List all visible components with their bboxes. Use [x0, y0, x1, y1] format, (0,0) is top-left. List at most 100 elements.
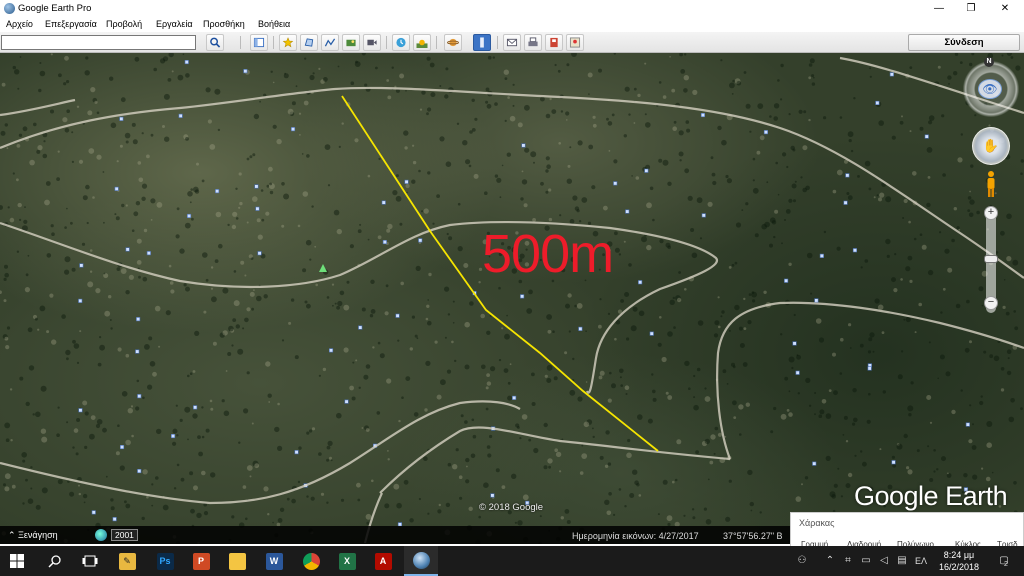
save-image-button[interactable] [545, 34, 563, 51]
ruler-dialog-title: Χάρακας [799, 518, 835, 528]
road [379, 426, 731, 494]
clock-time: 8:24 μμ [943, 550, 975, 560]
acrobat-icon: A [374, 552, 392, 570]
planets-icon [447, 38, 459, 47]
google-earth-icon [4, 3, 15, 14]
toolbar-separator [273, 36, 274, 49]
google-earth-icon [412, 551, 430, 569]
title-bar: Google Earth Pro — ❐ ✕ [0, 0, 1024, 17]
ruler-button[interactable] [473, 34, 491, 51]
search-button[interactable] [206, 34, 224, 51]
menu-edit[interactable]: Επεξεργασία [45, 19, 97, 29]
menu-file[interactable]: Αρχείο [6, 19, 33, 29]
move-hand-icon[interactable]: ✋ [972, 127, 1010, 165]
start-button[interactable] [0, 546, 34, 576]
map-overlay [0, 56, 1024, 544]
taskbar-search-button[interactable] [38, 546, 72, 576]
network-icon[interactable]: ⌗ [842, 555, 854, 567]
print-icon [528, 37, 538, 47]
email-icon [506, 38, 518, 47]
taskbar-acrobat[interactable]: A [366, 546, 400, 576]
excel-icon: X [338, 552, 356, 570]
street-view-pegman-icon[interactable] [985, 170, 997, 198]
app-icon: ✎ [118, 552, 136, 570]
taskbar-powerpoint[interactable]: P [184, 546, 218, 576]
tour-toggle[interactable]: ⌃ Ξενάγηση [8, 530, 58, 541]
road [0, 98, 76, 117]
system-tray: ⚇ ⌃ ⌗ ▭ ◁ ▤ ΕΛ 8:24 μμ 16/2/2018 ▢ 2 [790, 546, 1024, 576]
keyboard-icon[interactable]: ▤ [896, 555, 908, 567]
road [716, 301, 1024, 460]
google-earth-logo: Google Earth [854, 481, 1008, 511]
ruler-dialog: Χάρακας Γραμμή Διαδρομή Πολύγωνο Κύκλος … [790, 512, 1024, 549]
toolbar-separator [386, 36, 387, 49]
add-overlay-button[interactable] [342, 34, 360, 51]
tree-marker-icon [319, 264, 327, 272]
word-icon: W [265, 552, 283, 570]
sidebar-toggle-button[interactable] [250, 34, 268, 51]
view-in-maps-button[interactable] [566, 34, 584, 51]
taskbar-app[interactable]: ✎ [110, 546, 144, 576]
add-path-button[interactable] [321, 34, 339, 51]
sunlight-button[interactable] [413, 34, 431, 51]
add-polygon-button[interactable] [300, 34, 318, 51]
chrome-icon [302, 552, 320, 570]
file-explorer-icon [228, 552, 246, 570]
taskbar-excel[interactable]: X [330, 546, 364, 576]
print-button[interactable] [524, 34, 542, 51]
volume-icon[interactable]: ◁ [878, 555, 890, 567]
toolbar-separator [436, 36, 437, 49]
notification-count: 2 [1004, 561, 1008, 568]
placemark-icon [282, 37, 294, 48]
sign-in-button[interactable]: Σύνδεση [908, 34, 1020, 51]
language-indicator[interactable]: ΕΛ [912, 555, 930, 567]
menu-add[interactable]: Προσθήκη [203, 19, 245, 29]
zoom-in-button[interactable]: + [984, 206, 998, 220]
path-icon [324, 38, 336, 47]
taskbar-file-explorer[interactable] [220, 546, 254, 576]
maximize-button[interactable]: ❐ [954, 0, 988, 17]
menu-view[interactable]: Προβολή [106, 19, 142, 29]
battery-icon[interactable]: ▭ [860, 555, 872, 567]
maps-icon [569, 37, 581, 48]
compass-north-label[interactable]: N [984, 57, 994, 67]
email-button[interactable] [503, 34, 521, 51]
show-hidden-icons-icon[interactable]: ⌃ [824, 555, 836, 567]
zoom-out-button[interactable]: − [984, 296, 998, 310]
history-icon[interactable] [95, 529, 107, 541]
taskbar-word[interactable]: W [257, 546, 291, 576]
task-view-button[interactable] [73, 546, 107, 576]
record-tour-button[interactable] [363, 34, 381, 51]
tour-icon [367, 39, 377, 46]
clock[interactable]: 8:24 μμ 16/2/2018 [930, 549, 988, 573]
photoshop-icon: Ps [156, 552, 174, 570]
imagery-year[interactable]: 2001 [111, 529, 138, 541]
task-view-icon [82, 555, 98, 567]
sun-icon [416, 39, 428, 48]
look-icon[interactable]: 👁 [978, 79, 1002, 99]
toolbar-separator [240, 36, 241, 49]
planets-button[interactable] [444, 34, 462, 51]
search-icon [210, 37, 221, 48]
historical-imagery-button[interactable] [392, 34, 410, 51]
minimize-button[interactable]: — [922, 0, 956, 17]
road [0, 400, 521, 505]
overlay-icon [346, 39, 356, 47]
map-view[interactable]: 500m © 2018 Google Google Earth N 👁 ✋ + … [0, 53, 1024, 544]
save-image-icon [550, 37, 558, 48]
menu-bar: Αρχείο Επεξεργασία Προβολή Εργαλεία Προσ… [0, 17, 1024, 32]
add-placemark-button[interactable] [279, 34, 297, 51]
taskbar-chrome[interactable] [294, 546, 328, 576]
zoom-slider-thumb[interactable] [984, 255, 998, 263]
coordinates-readout: 37°57'56.27" Β [723, 531, 783, 541]
close-button[interactable]: ✕ [988, 0, 1022, 17]
imagery-date: Ημερομηνία εικόνων: 4/27/2017 [572, 531, 699, 541]
search-input[interactable] [1, 35, 196, 50]
menu-help[interactable]: Βοήθεια [258, 19, 290, 29]
menu-tools[interactable]: Εργαλεία [156, 19, 193, 29]
taskbar-photoshop[interactable]: Ps [148, 546, 182, 576]
taskbar-google-earth[interactable] [404, 546, 438, 576]
measurement-label: 500m [482, 224, 614, 284]
ruler-icon [480, 37, 484, 48]
people-icon[interactable]: ⚇ [796, 555, 808, 567]
